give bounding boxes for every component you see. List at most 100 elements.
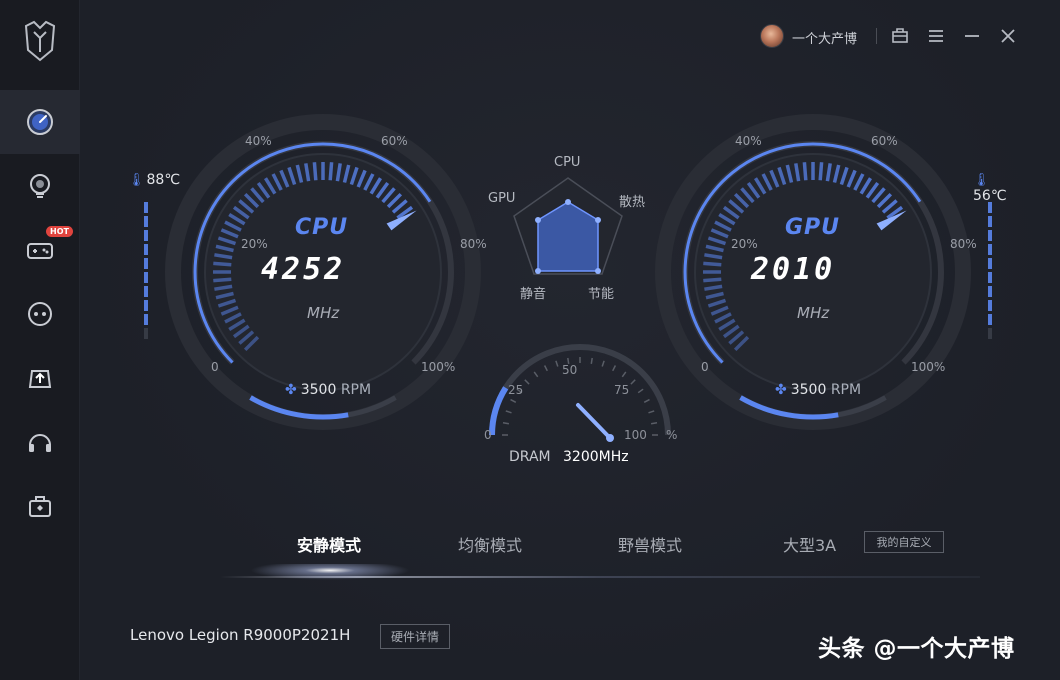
mode-tab-quiet[interactable]: 安静模式 xyxy=(297,532,361,556)
dram-gauge-tick xyxy=(505,410,512,414)
dram-gauge-tick xyxy=(555,360,559,367)
dram-tick-0: 0 xyxy=(484,428,492,442)
mode-tab-balanced[interactable]: 均衡模式 xyxy=(458,532,522,556)
device-model-name: Lenovo Legion R9000P2021H xyxy=(130,626,351,644)
mode-radar-chart: CPU 散热 节能 静音 GPU xyxy=(470,150,670,310)
cpu-frequency-unit: MHz xyxy=(307,304,340,322)
gauge-load-segment xyxy=(703,277,722,283)
hardware-details-button[interactable]: 硬件详情 xyxy=(380,624,450,649)
title-bar-divider xyxy=(876,28,877,44)
dram-tick-100: 100 xyxy=(624,428,647,442)
gpu-tick-100: 100% xyxy=(911,360,946,374)
temperature-bar-segment xyxy=(144,258,148,269)
minimize-button[interactable] xyxy=(960,24,984,48)
headset-icon xyxy=(29,434,51,452)
temperature-bar-segment xyxy=(988,230,992,241)
cpu-tick-60: 60% xyxy=(381,134,408,148)
radar-label-gpu: GPU xyxy=(488,191,516,206)
gamepad-icon xyxy=(27,243,53,259)
gpu-frequency-value: 2010 xyxy=(751,252,836,287)
dram-gauge-tick xyxy=(524,379,530,385)
cpu-frequency-value: 4252 xyxy=(261,252,346,287)
temperature-bar-segment xyxy=(988,300,992,311)
temperature-bar-segment xyxy=(988,272,992,283)
dram-gauge-tick xyxy=(643,398,650,403)
gauge-load-segment xyxy=(703,261,722,267)
temperature-bar-segment xyxy=(144,328,148,339)
title-bar: 一个大产博 xyxy=(740,18,1060,54)
gpu-temperature: 🌡56℃ xyxy=(973,173,1007,204)
dram-gauge-needle xyxy=(576,403,612,440)
temperature-bar-segment xyxy=(988,244,992,255)
cpu-tick-100: 100% xyxy=(421,360,456,374)
toolbox-icon xyxy=(29,496,51,517)
temperature-bar-segment xyxy=(144,272,148,283)
dram-gauge-tick xyxy=(502,422,510,425)
sidebar-item-lighting[interactable] xyxy=(0,154,80,218)
custom-mode-button[interactable]: 我的自定义 xyxy=(864,531,944,553)
temperature-bar-segment xyxy=(144,244,148,255)
temperature-bar-segment xyxy=(144,314,148,325)
dram-gauge-tick xyxy=(650,422,658,425)
cpu-tick-0: 0 xyxy=(211,360,219,374)
hot-badge: HOT xyxy=(46,226,73,237)
dram-tick-75: 75 xyxy=(614,383,630,397)
temperature-bar-segment xyxy=(144,216,148,227)
speedometer-icon xyxy=(27,109,53,135)
gauge-load-segment xyxy=(213,277,232,283)
gauge-load-segment xyxy=(328,162,334,181)
thermometer-icon: 🌡 xyxy=(128,173,145,188)
dram-needle-hub xyxy=(606,434,614,442)
close-button[interactable] xyxy=(996,24,1020,48)
radar-label-quiet: 静音 xyxy=(520,287,547,302)
avatar[interactable] xyxy=(760,24,784,48)
temperature-bar-segment xyxy=(144,300,148,311)
sidebar-item-toolbox[interactable] xyxy=(0,474,80,538)
dram-gauge-tick xyxy=(510,398,517,403)
main-panel: 一个大产博 🌡 88℃ 20% 40% 60% 80% 0 100% CPU 4… xyxy=(80,0,1060,680)
sidebar-item-games[interactable]: HOT xyxy=(0,218,80,282)
dram-gauge-tick xyxy=(601,360,605,367)
performance-mode-tabs: 安静模式 均衡模式 野兽模式 大型3A 我的自定义 xyxy=(80,520,1060,590)
fan-icon: ✤ xyxy=(285,382,297,398)
sidebar-item-update[interactable] xyxy=(0,346,80,410)
sidebar-item-performance[interactable] xyxy=(0,90,80,154)
dram-gauge: 0 25 50 75 100 % DRAM 3200MHz xyxy=(470,335,690,475)
temperature-bar-segment xyxy=(988,314,992,325)
menu-icon xyxy=(929,30,943,42)
gauge-load-segment xyxy=(312,162,318,181)
thermometer-icon: 🌡 xyxy=(973,173,990,188)
sidebar-item-assistant[interactable] xyxy=(0,282,80,346)
dram-percent-symbol: % xyxy=(666,428,678,442)
cpu-gauge-title: CPU xyxy=(295,215,349,240)
gpu-tick-20: 20% xyxy=(731,237,758,251)
dram-gauge-tick xyxy=(543,365,548,372)
chat-bot-icon xyxy=(28,302,52,326)
menu-button[interactable] xyxy=(924,24,948,48)
window-icon xyxy=(892,28,908,43)
cpu-tick-20: 20% xyxy=(241,237,268,251)
fan-icon: ✤ xyxy=(775,382,787,398)
temperature-bar-segment xyxy=(144,230,148,241)
temperature-bar-segment xyxy=(988,286,992,297)
dram-gauge-tick xyxy=(648,410,655,414)
upload-tray-icon xyxy=(28,370,52,388)
mode-tab-beast[interactable]: 野兽模式 xyxy=(618,532,682,556)
dram-label: DRAM xyxy=(509,449,551,465)
dram-tick-25: 25 xyxy=(508,383,524,397)
gpu-tick-40: 40% xyxy=(735,134,762,148)
username[interactable]: 一个大产博 xyxy=(792,28,857,47)
gpu-tick-80: 80% xyxy=(950,237,977,251)
watermark-text: 头条 @一个大产博 xyxy=(818,636,1015,662)
cpu-gauge: 🌡 88℃ 20% 40% 60% 80% 0 100% CPU 4252 MHz… xyxy=(123,112,523,432)
window-pin-button[interactable] xyxy=(888,24,912,48)
mode-tab-aaa-games[interactable]: 大型3A xyxy=(783,532,836,556)
cpu-fan-speed: ✤ 3500 RPM xyxy=(285,382,372,398)
gauge-load-segment xyxy=(802,162,808,181)
gpu-gauge-title: GPU xyxy=(785,215,841,240)
sidebar-item-audio[interactable] xyxy=(0,410,80,474)
gpu-frequency-unit: MHz xyxy=(797,304,830,322)
gauge-load-segment xyxy=(213,261,232,267)
minimize-icon xyxy=(965,35,979,37)
temperature-bar-segment xyxy=(988,258,992,269)
